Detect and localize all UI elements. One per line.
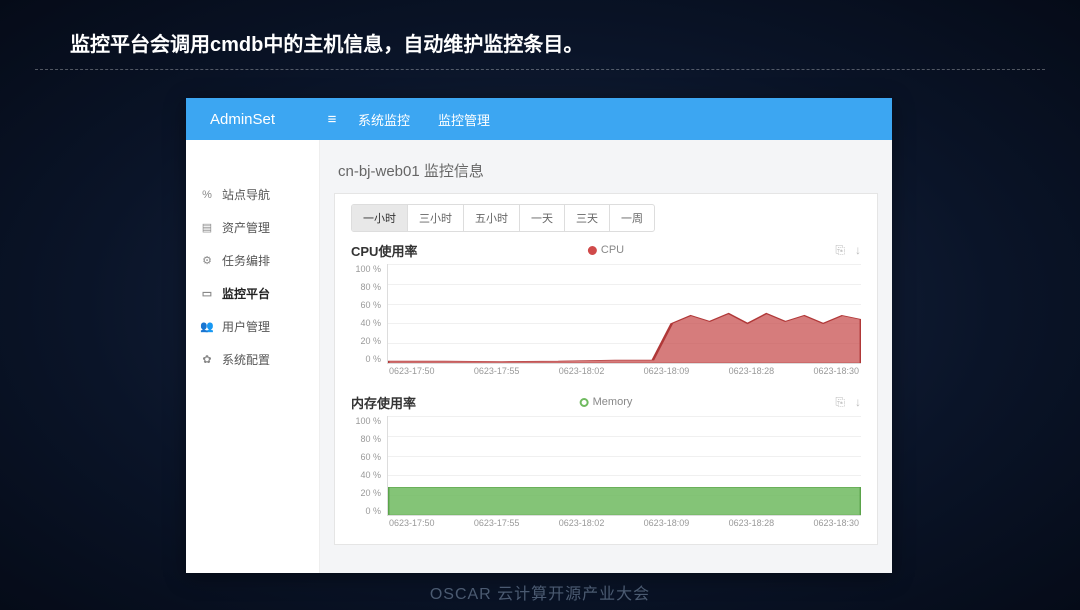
sidebar-item-users[interactable]: 👥 用户管理 [186,310,319,343]
app-window: AdminSet ≡ 系统监控 监控管理 % 站点导航 ▤ 资产管理 ⚙ 任务编… [186,98,892,573]
y-axis: 100 % 80 % 60 % 40 % 20 % 0 % [351,416,385,516]
chart-legend: Memory [580,396,633,408]
tasks-icon: ⚙ [200,254,214,268]
slide-title: 监控平台会调用cmdb中的主机信息，自动维护监控条目。 [35,0,1045,70]
time-tab-3h[interactable]: 三小时 [408,205,464,231]
legend-label: CPU [601,244,624,256]
time-range-tabs: 一小时 三小时 五小时 一天 三天 一周 [351,204,655,232]
copy-icon[interactable]: ⎘ [835,243,845,258]
y-axis: 100 % 80 % 60 % 40 % 20 % 0 % [351,264,385,364]
users-icon: 👥 [200,320,214,334]
plot-area [387,416,861,516]
chart-title: CPU使用率 [351,241,417,260]
time-tab-5h[interactable]: 五小时 [464,205,520,231]
sidebar-item-label: 任务编排 [222,252,270,269]
sidebar: % 站点导航 ▤ 资产管理 ⚙ 任务编排 ▭ 监控平台 👥 用户管理 ✿ 系统配… [186,140,320,573]
time-tab-3d[interactable]: 三天 [565,205,610,231]
sidebar-item-assets[interactable]: ▤ 资产管理 [186,211,319,244]
gear-icon: ✿ [200,353,214,367]
list-icon: ▤ [200,221,214,235]
time-tab-1d[interactable]: 一天 [520,205,565,231]
download-icon[interactable]: ↓ [855,395,861,410]
time-tab-1w[interactable]: 一周 [610,205,654,231]
app-brand: AdminSet [186,111,320,128]
sidebar-item-label: 监控平台 [222,285,270,302]
chart-title: 内存使用率 [351,393,416,412]
x-axis: 0623-17:50 0623-17:55 0623-18:02 0623-18… [387,366,861,376]
time-tab-1h[interactable]: 一小时 [352,205,408,231]
app-header: AdminSet ≡ 系统监控 监控管理 [186,98,892,140]
main-content: cn-bj-web01 监控信息 一小时 三小时 五小时 一天 三天 一周 CP… [320,140,892,573]
download-icon[interactable]: ↓ [855,243,861,258]
menu-toggle-icon[interactable]: ≡ [320,111,344,128]
legend-label: Memory [593,396,633,408]
link-icon: % [200,188,214,202]
copy-icon[interactable]: ⎘ [835,395,845,410]
chart-cpu: CPU使用率 CPU ⎘ ↓ 100 % 80 % [351,240,861,382]
sidebar-item-sitenav[interactable]: % 站点导航 [186,178,319,211]
chart-memory: 内存使用率 Memory ⎘ ↓ 100 % 80 % [351,392,861,534]
panel-title: cn-bj-web01 监控信息 [334,154,878,193]
plot-area [387,264,861,364]
tab-monitor-manage[interactable]: 监控管理 [424,110,504,129]
monitor-icon: ▭ [200,287,214,301]
sidebar-item-settings[interactable]: ✿ 系统配置 [186,343,319,376]
sidebar-item-label: 资产管理 [222,219,270,236]
sidebar-item-label: 用户管理 [222,318,270,335]
footer-brand: OSCAR 云计算开源产业大会 [430,580,650,604]
legend-dot-icon [580,398,589,407]
tab-system-monitor[interactable]: 系统监控 [344,110,424,129]
sidebar-item-monitor[interactable]: ▭ 监控平台 [186,277,319,310]
legend-dot-icon [588,246,597,255]
sidebar-item-label: 系统配置 [222,351,270,368]
chart-legend: CPU [588,244,624,256]
sidebar-item-tasks[interactable]: ⚙ 任务编排 [186,244,319,277]
sidebar-item-label: 站点导航 [222,186,270,203]
x-axis: 0623-17:50 0623-17:55 0623-18:02 0623-18… [387,518,861,528]
memory-area-path [388,416,861,515]
panel: 一小时 三小时 五小时 一天 三天 一周 CPU使用率 CPU [334,193,878,545]
cpu-area-path [388,264,861,363]
